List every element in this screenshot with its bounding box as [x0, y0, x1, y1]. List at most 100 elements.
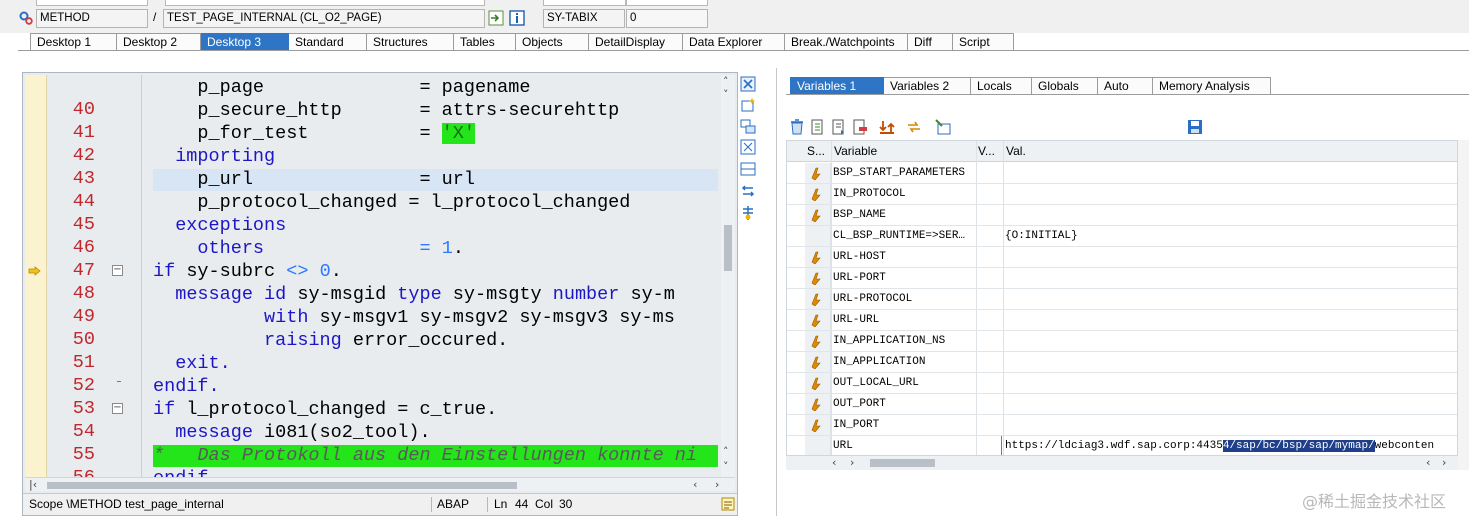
breakpoint-gutter[interactable] [25, 75, 47, 483]
tab-script[interactable]: Script [953, 33, 1014, 51]
tab-desktop-2[interactable]: Desktop 2 [117, 33, 201, 51]
scroll-down-icon[interactable]: ˅ [723, 88, 729, 101]
variable-row[interactable]: OUT_PORT [787, 394, 1457, 415]
layout-icon[interactable] [740, 161, 756, 177]
variable-row[interactable]: URL-URL [787, 310, 1457, 331]
tab-desktop-3[interactable]: Desktop 3 [201, 33, 289, 51]
maximize-icon[interactable] [740, 139, 756, 155]
variable-row[interactable]: IN_PROTOCOL [787, 184, 1457, 205]
scrollbar-thumb[interactable] [870, 459, 935, 467]
clear-icon[interactable] [852, 119, 868, 135]
variable-row[interactable]: URL https://ldciag3.wdf.sap.corp:44354/sa… [787, 436, 1457, 455]
type-field[interactable]: METHOD [36, 9, 148, 28]
collapse-icon[interactable]: − [112, 265, 123, 276]
variable-row[interactable]: BSP_NAME [787, 205, 1457, 226]
scroll-left-icon[interactable]: ‹ [1426, 456, 1430, 469]
scroll-right-icon[interactable]: › [715, 478, 719, 491]
import-icon[interactable] [810, 119, 826, 135]
tab-diff[interactable]: Diff [908, 33, 953, 51]
swap-tool-icon[interactable] [740, 118, 756, 134]
scroll-up-icon[interactable]: ˄ [723, 75, 729, 88]
editor-settings-icon[interactable] [721, 497, 735, 511]
close-pane-icon[interactable] [740, 76, 756, 92]
variable-name[interactable]: IN_PROTOCOL [833, 184, 975, 204]
info-icon[interactable] [509, 10, 525, 26]
editor-vertical-scrollbar[interactable]: ˄ ˅ ˄ ˅ [721, 75, 735, 483]
variable-name[interactable]: OUT_LOCAL_URL [833, 373, 975, 393]
navigate-icon[interactable] [488, 10, 504, 26]
editor-horizontal-scrollbar[interactable]: |‹ ‹ › [25, 477, 735, 491]
variable-name[interactable]: CL_BSP_RUNTIME=>SER… [833, 226, 975, 246]
tab-memory-analysis[interactable]: Memory Analysis [1153, 77, 1271, 95]
program-field[interactable]: TEST_PAGE_INTERNAL (CL_O2_PAGE) [163, 9, 485, 28]
variable-row[interactable]: BSP_START_PARAMETERS [787, 163, 1457, 184]
tab-data-explorer[interactable]: Data Explorer [683, 33, 785, 51]
variables-grid[interactable]: S... Variable V... Val. BSP_START_PARAME… [786, 140, 1458, 456]
variable-row[interactable]: CL_BSP_RUNTIME=>SER… {O:INITIAL} [787, 226, 1457, 247]
change-variable-icon[interactable] [810, 208, 824, 222]
tool-settings-icon[interactable] [740, 205, 756, 221]
change-variable-icon[interactable] [810, 166, 824, 180]
tab-structures[interactable]: Structures [367, 33, 454, 51]
change-variable-icon[interactable] [810, 292, 824, 306]
change-variable-icon[interactable] [810, 376, 824, 390]
grid-horizontal-scrollbar[interactable]: ‹ › ‹ › [786, 456, 1458, 470]
variable-name[interactable]: IN_PORT [833, 415, 975, 435]
tab-variables-2[interactable]: Variables 2 [884, 77, 971, 95]
variable-row[interactable]: OUT_LOCAL_URL [787, 373, 1457, 394]
scroll-right-icon[interactable]: › [850, 456, 854, 469]
variable-name[interactable]: URL [833, 436, 975, 455]
services-icon[interactable] [740, 183, 756, 199]
tab-breakpoints[interactable]: Break./Watchpoints [785, 33, 908, 51]
scrollbar-thumb[interactable] [47, 482, 517, 489]
tab-variables-1[interactable]: Variables 1 [790, 77, 884, 95]
variable-row[interactable]: URL-PORT [787, 268, 1457, 289]
change-variable-icon[interactable] [810, 397, 824, 411]
tab-standard[interactable]: Standard [289, 33, 367, 51]
column-header-val[interactable]: Val. [1006, 141, 1026, 161]
column-header-v[interactable]: V... [978, 141, 995, 161]
watch-name-field[interactable]: SY-TABIX [543, 9, 625, 28]
scrollbar-thumb[interactable] [724, 225, 732, 271]
change-variable-icon[interactable] [810, 250, 824, 264]
variable-name[interactable]: URL-PROTOCOL [833, 289, 975, 309]
change-variable-icon[interactable] [810, 313, 824, 327]
change-variable-icon[interactable] [810, 355, 824, 369]
variable-row[interactable]: IN_PORT [787, 415, 1457, 436]
variable-name[interactable]: OUT_PORT [833, 394, 975, 414]
variable-name[interactable]: URL-HOST [833, 247, 975, 267]
variable-name[interactable]: IN_APPLICATION [833, 352, 975, 372]
tab-globals[interactable]: Globals [1032, 77, 1098, 95]
change-variable-icon[interactable] [810, 418, 824, 432]
new-tool-icon[interactable] [740, 97, 756, 113]
variable-name[interactable]: IN_APPLICATION_NS [833, 331, 975, 351]
column-header-variable[interactable]: Variable [834, 141, 877, 161]
transfer-icon[interactable] [906, 119, 922, 135]
sort-icon[interactable] [879, 119, 895, 135]
variable-row[interactable]: IN_APPLICATION [787, 352, 1457, 373]
source-code-editor[interactable]: 40 p_page = pagename 41 p_secure_http = … [22, 72, 738, 516]
tab-desktop-1[interactable]: Desktop 1 [30, 33, 117, 51]
code-area[interactable]: 40 p_page = pagename 41 p_secure_http = … [47, 75, 718, 483]
tab-detail-display[interactable]: DetailDisplay [589, 33, 683, 51]
edit-icon[interactable] [935, 119, 951, 135]
tab-objects[interactable]: Objects [516, 33, 589, 51]
variable-row[interactable]: URL-PROTOCOL [787, 289, 1457, 310]
change-variable-icon[interactable] [810, 187, 824, 201]
export-icon[interactable] [831, 119, 847, 135]
column-header-s[interactable]: S... [807, 141, 825, 161]
variable-name[interactable]: BSP_NAME [833, 205, 975, 225]
scroll-left-icon[interactable]: ‹ [832, 456, 836, 469]
scroll-down-icon[interactable]: ˅ [723, 460, 729, 473]
change-variable-icon[interactable] [810, 271, 824, 285]
scroll-up-icon[interactable]: ˄ [723, 445, 729, 458]
watch-value-field[interactable]: 0 [626, 9, 708, 28]
change-variable-icon[interactable] [810, 334, 824, 348]
variable-value[interactable]: {O:INITIAL} [1005, 226, 1457, 246]
tab-auto[interactable]: Auto [1098, 77, 1153, 95]
variable-row[interactable]: IN_APPLICATION_NS [787, 331, 1457, 352]
save-icon[interactable] [1187, 119, 1203, 135]
collapse-icon[interactable]: − [112, 403, 123, 414]
variable-name[interactable]: URL-URL [833, 310, 975, 330]
tab-locals[interactable]: Locals [971, 77, 1032, 95]
